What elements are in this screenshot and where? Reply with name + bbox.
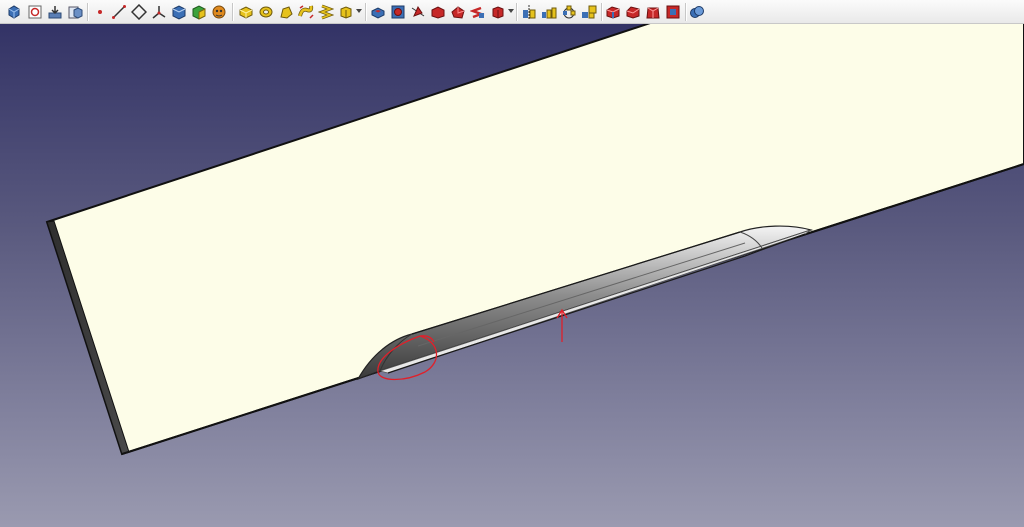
toolbar-separator bbox=[516, 3, 517, 21]
toolbar-separator bbox=[685, 3, 686, 21]
polar-pattern-icon[interactable] bbox=[561, 4, 577, 20]
clone-icon[interactable] bbox=[211, 4, 227, 20]
boolean-icon[interactable] bbox=[689, 4, 705, 20]
subtractive-pipe-icon[interactable] bbox=[450, 4, 466, 20]
subtractive-primitive-icon[interactable] bbox=[490, 4, 506, 20]
import-icon[interactable] bbox=[47, 4, 63, 20]
additive-pipe-icon[interactable] bbox=[298, 4, 314, 20]
toolbar-separator bbox=[87, 3, 88, 21]
additive-primitive-dropdown[interactable] bbox=[356, 9, 362, 13]
subtractive-primitive-dropdown[interactable] bbox=[508, 9, 514, 13]
toolbar-separator bbox=[232, 3, 233, 21]
revolution-icon[interactable] bbox=[258, 4, 274, 20]
annotation-arrow bbox=[556, 308, 568, 342]
subtractive-loft-icon[interactable] bbox=[430, 4, 446, 20]
multitransform-icon[interactable] bbox=[581, 4, 597, 20]
plane-icon[interactable] bbox=[131, 4, 147, 20]
additive-loft-icon[interactable] bbox=[278, 4, 294, 20]
subshape-binder-icon[interactable] bbox=[191, 4, 207, 20]
pad-icon[interactable] bbox=[238, 4, 254, 20]
draft-icon[interactable] bbox=[645, 4, 661, 20]
groove-icon[interactable] bbox=[410, 4, 426, 20]
pocket-icon[interactable] bbox=[370, 4, 386, 20]
model-scene bbox=[45, 24, 1024, 456]
additive-primitive-icon[interactable] bbox=[338, 4, 354, 20]
coordinate-system-icon[interactable] bbox=[151, 4, 167, 20]
plate-top-face bbox=[45, 24, 1024, 456]
shape-binder-icon[interactable] bbox=[171, 4, 187, 20]
part-body-icon[interactable] bbox=[6, 4, 22, 20]
part-design-toolbar bbox=[0, 0, 1024, 24]
subtractive-helix-icon[interactable] bbox=[470, 4, 486, 20]
create-part-icon[interactable] bbox=[67, 4, 83, 20]
fillet-icon[interactable] bbox=[605, 4, 621, 20]
thickness-icon[interactable] bbox=[665, 4, 681, 20]
toolbar-separator bbox=[601, 3, 602, 21]
line-icon[interactable] bbox=[111, 4, 127, 20]
mirrored-icon[interactable] bbox=[521, 4, 537, 20]
chamfer-icon[interactable] bbox=[625, 4, 641, 20]
3d-viewport[interactable] bbox=[0, 24, 1024, 527]
additive-helix-icon[interactable] bbox=[318, 4, 334, 20]
hole-icon[interactable] bbox=[390, 4, 406, 20]
toolbar-separator bbox=[365, 3, 366, 21]
linear-pattern-icon[interactable] bbox=[541, 4, 557, 20]
new-sketch-icon[interactable] bbox=[27, 4, 43, 20]
point-icon[interactable] bbox=[92, 4, 108, 20]
